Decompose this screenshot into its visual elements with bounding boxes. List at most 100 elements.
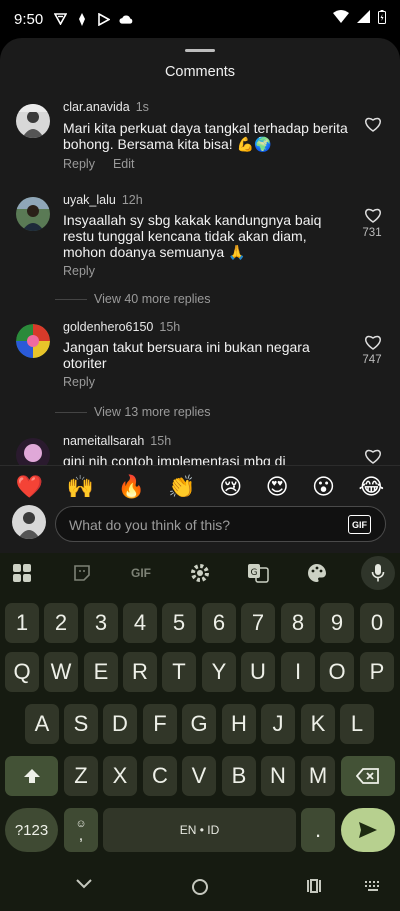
key-g[interactable]: G xyxy=(182,704,216,744)
avatar[interactable] xyxy=(16,197,50,231)
heart-icon[interactable] xyxy=(364,334,382,350)
sticker-icon[interactable] xyxy=(68,559,96,587)
drag-handle[interactable] xyxy=(185,49,215,52)
key-e[interactable]: E xyxy=(84,652,118,692)
comment-username[interactable]: nameitallsarah 15h xyxy=(63,434,171,448)
back-chevron-icon[interactable] xyxy=(76,878,92,890)
key-s[interactable]: S xyxy=(64,704,98,744)
comment-username[interactable]: goldenhero6150 15h xyxy=(63,320,180,334)
key-r[interactable]: R xyxy=(123,652,157,692)
keyboard-switch-icon[interactable] xyxy=(365,881,381,891)
comment-input[interactable]: What do you think of this? GIF xyxy=(55,506,386,542)
key-f[interactable]: F xyxy=(143,704,177,744)
emoji-fire[interactable]: 🔥 xyxy=(117,474,144,500)
symbols-key[interactable]: ?123 xyxy=(5,808,58,852)
reply-button[interactable]: Reply xyxy=(63,264,95,278)
apps-grid-icon[interactable] xyxy=(8,559,36,587)
key-o[interactable]: O xyxy=(320,652,354,692)
emoji-clap[interactable]: 👏 xyxy=(168,474,195,500)
recents-icon[interactable] xyxy=(306,879,322,893)
comment-actions: Reply Edit xyxy=(63,157,135,171)
key-z[interactable]: Z xyxy=(64,756,98,796)
period-key[interactable]: . xyxy=(301,808,335,852)
heart-icon[interactable] xyxy=(364,116,382,132)
emoji-heart[interactable]: ❤️ xyxy=(16,474,43,500)
key-m[interactable]: M xyxy=(301,756,335,796)
key-b[interactable]: B xyxy=(222,756,256,796)
translate-icon[interactable]: G xyxy=(244,559,272,587)
key-h[interactable]: H xyxy=(222,704,256,744)
key-1[interactable]: 1 xyxy=(5,603,39,643)
heart-icon[interactable] xyxy=(364,207,382,223)
comment-username[interactable]: clar.anavida 1s xyxy=(63,100,149,114)
send-icon xyxy=(359,822,377,838)
key-p[interactable]: P xyxy=(360,652,394,692)
emoji-comma-key[interactable]: ☺ , xyxy=(64,808,98,852)
key-7[interactable]: 7 xyxy=(241,603,275,643)
emoji-heart-eyes[interactable]: 😍 xyxy=(266,474,289,500)
view-more-replies[interactable]: View 13 more replies xyxy=(55,405,211,419)
key-y[interactable]: Y xyxy=(202,652,236,692)
gif-icon[interactable]: GIF xyxy=(126,559,156,587)
shift-icon xyxy=(23,769,40,783)
shift-key[interactable] xyxy=(5,756,58,796)
backspace-key[interactable] xyxy=(341,756,395,796)
key-2[interactable]: 2 xyxy=(44,603,78,643)
palette-icon[interactable] xyxy=(303,559,331,587)
avatar[interactable] xyxy=(16,104,50,138)
space-bar[interactable]: EN • ID xyxy=(103,808,296,852)
emoji-raised-hands[interactable]: 🙌 xyxy=(67,474,94,500)
comment-text: Jangan takut bersuara ini bukan negara o… xyxy=(63,339,310,371)
key-n[interactable]: N xyxy=(261,756,295,796)
key-l[interactable]: L xyxy=(340,704,374,744)
view-more-text: View 13 more replies xyxy=(94,405,211,419)
comment-text: Insyaallah sy sbg kakak kandungnya baiq … xyxy=(63,212,322,260)
key-w[interactable]: W xyxy=(44,652,78,692)
like-count: 747 xyxy=(362,354,382,366)
key-3[interactable]: 3 xyxy=(84,603,118,643)
comment-time: 15h xyxy=(150,434,172,448)
comment-username[interactable]: uyak_lalu 12h xyxy=(63,193,143,207)
view-more-replies[interactable]: View 40 more replies xyxy=(55,292,211,306)
key-x[interactable]: X xyxy=(103,756,137,796)
key-4[interactable]: 4 xyxy=(123,603,157,643)
emoji-surprised[interactable]: 😮 xyxy=(312,474,335,500)
emoji-laughing[interactable]: 😂 xyxy=(358,474,384,500)
comma-label: , xyxy=(78,827,84,844)
key-9[interactable]: 9 xyxy=(320,603,354,643)
key-8[interactable]: 8 xyxy=(281,603,315,643)
key-5[interactable]: 5 xyxy=(162,603,196,643)
keyboard-toolbar: GIF G xyxy=(0,553,400,593)
svg-text:G: G xyxy=(251,568,258,578)
key-d[interactable]: D xyxy=(103,704,137,744)
home-icon[interactable] xyxy=(191,878,209,896)
key-i[interactable]: I xyxy=(281,652,315,692)
microphone-icon[interactable] xyxy=(361,556,395,590)
send-key[interactable] xyxy=(341,808,395,852)
key-j[interactable]: J xyxy=(261,704,295,744)
divider xyxy=(55,298,87,300)
edit-button[interactable]: Edit xyxy=(113,157,135,171)
key-0[interactable]: 0 xyxy=(360,603,394,643)
key-k[interactable]: K xyxy=(301,704,335,744)
comment-input-row: What do you think of this? GIF xyxy=(0,505,400,553)
key-v[interactable]: V xyxy=(182,756,216,796)
key-q[interactable]: Q xyxy=(5,652,39,692)
key-a[interactable]: A xyxy=(25,704,59,744)
reply-button[interactable]: Reply xyxy=(63,157,95,171)
key-6[interactable]: 6 xyxy=(202,603,236,643)
backspace-icon xyxy=(356,768,379,784)
key-t[interactable]: T xyxy=(162,652,196,692)
key-c[interactable]: C xyxy=(143,756,177,796)
comment-time: 12h xyxy=(121,193,143,207)
settings-gear-icon[interactable] xyxy=(186,559,214,587)
avatar[interactable] xyxy=(16,324,50,358)
heart-icon[interactable] xyxy=(364,448,382,464)
gif-button[interactable]: GIF xyxy=(348,515,371,534)
signal-icon xyxy=(357,10,370,28)
key-u[interactable]: U xyxy=(241,652,275,692)
play-store-icon xyxy=(97,12,111,26)
comment-time: 1s xyxy=(135,100,149,114)
emoji-crying[interactable]: 😢 xyxy=(219,474,242,500)
reply-button[interactable]: Reply xyxy=(63,375,95,389)
